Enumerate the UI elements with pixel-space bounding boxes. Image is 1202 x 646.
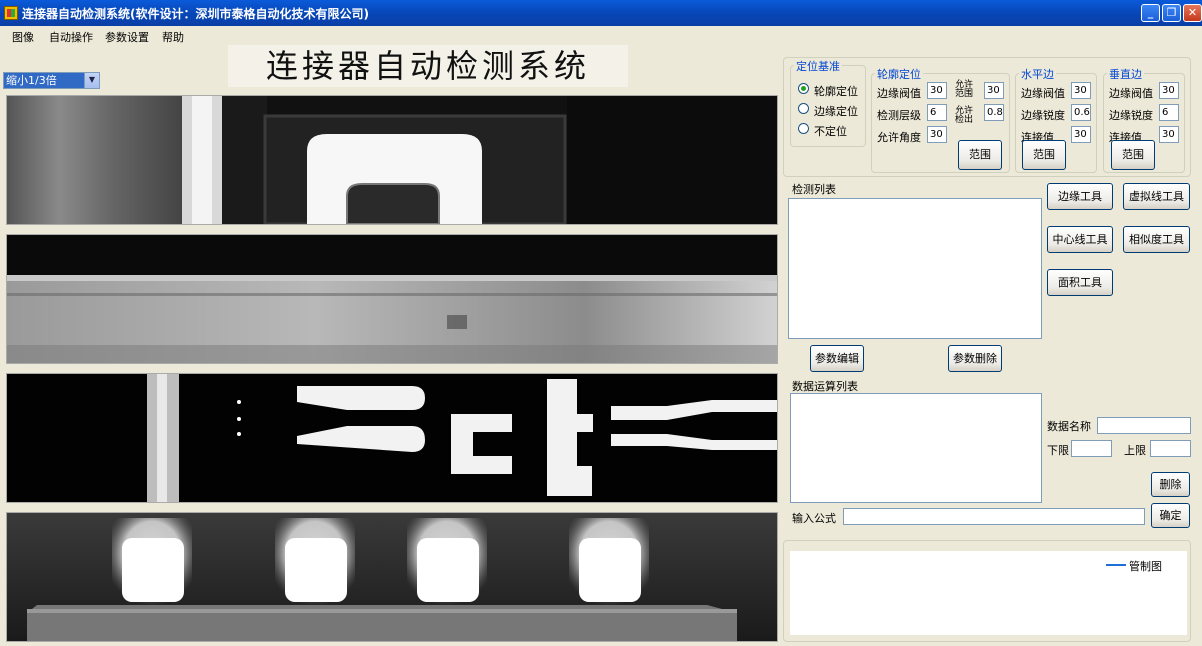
contour-range-button[interactable]: 范围 xyxy=(958,140,1002,170)
param-delete-button[interactable]: 参数删除 xyxy=(948,345,1002,372)
contour-angle-input[interactable]: 30 xyxy=(927,126,947,143)
camera-view-4[interactable] xyxy=(6,512,778,642)
maximize-button[interactable]: ❐ xyxy=(1162,4,1181,22)
contour-title: 轮廓定位 xyxy=(875,66,923,82)
formula-confirm-button[interactable]: 确定 xyxy=(1151,503,1190,528)
vertical-sharpness-label: 边缘锐度 xyxy=(1109,109,1153,122)
horizontal-connect-input[interactable]: 30 xyxy=(1071,126,1091,143)
data-delete-button[interactable]: 删除 xyxy=(1151,472,1190,497)
app-icon[interactable] xyxy=(4,6,18,20)
horizontal-edge-title: 水平边 xyxy=(1019,66,1056,82)
zoom-select[interactable]: 缩小1/3倍 ▼ xyxy=(3,72,100,89)
radio-no-locate-label[interactable]: 不定位 xyxy=(814,123,847,139)
contour-angle-label: 允许角度 xyxy=(877,131,921,144)
detect-list-label: 检测列表 xyxy=(792,183,836,196)
contour-levels-input[interactable]: 6 xyxy=(927,104,947,121)
contour-edge-threshold-label: 边缘阀值 xyxy=(877,87,921,100)
vertical-edge-title: 垂直边 xyxy=(1107,66,1144,82)
vertical-sharpness-input[interactable]: 6 xyxy=(1159,104,1179,121)
radio-edge-locate-label[interactable]: 边缘定位 xyxy=(814,103,858,119)
horizontal-edge-threshold-label: 边缘阀值 xyxy=(1021,87,1065,100)
data-name-label: 数据名称 xyxy=(1047,420,1091,433)
locate-base-title: 定位基准 xyxy=(794,58,842,74)
camera-view-2[interactable] xyxy=(6,234,778,364)
minimize-button[interactable]: _ xyxy=(1141,4,1160,22)
menu-auto-operation[interactable]: 自动操作 xyxy=(49,29,93,45)
data-calc-list-label: 数据运算列表 xyxy=(792,380,858,393)
detect-list[interactable] xyxy=(788,198,1042,339)
radio-contour-locate-label[interactable]: 轮廓定位 xyxy=(814,83,858,99)
menu-help[interactable]: 帮助 xyxy=(162,29,184,45)
radio-no-locate[interactable] xyxy=(798,123,809,134)
contour-detect-input[interactable]: 0.8 xyxy=(984,104,1004,121)
contour-range-input[interactable]: 30 xyxy=(984,82,1004,99)
camera-view-3[interactable] xyxy=(6,373,778,503)
lower-limit-label: 下限 xyxy=(1047,444,1069,457)
data-name-input[interactable] xyxy=(1097,417,1191,434)
window-title: 连接器自动检测系统(软件设计：深圳市泰格自动化技术有限公司) xyxy=(22,7,369,21)
zoom-selected-value: 缩小1/3倍 xyxy=(4,73,84,88)
title-bar: 连接器自动检测系统(软件设计：深圳市泰格自动化技术有限公司) _ ❐ ✕ xyxy=(0,0,1202,26)
camera-image-2 xyxy=(7,235,777,363)
menu-image[interactable]: 图像 xyxy=(12,29,34,45)
upper-limit-input[interactable] xyxy=(1150,440,1191,457)
formula-input[interactable] xyxy=(843,508,1145,525)
center-line-tool-button[interactable]: 中心线工具 xyxy=(1047,226,1113,253)
virtual-line-tool-button[interactable]: 虚拟线工具 xyxy=(1123,183,1190,210)
close-button[interactable]: ✕ xyxy=(1183,4,1202,22)
upper-limit-label: 上限 xyxy=(1124,444,1146,457)
camera-image-4 xyxy=(7,513,777,641)
data-calc-list[interactable] xyxy=(790,393,1042,503)
edge-tool-button[interactable]: 边缘工具 xyxy=(1047,183,1113,210)
contour-edge-threshold-input[interactable]: 30 xyxy=(927,82,947,99)
camera-view-1[interactable] xyxy=(6,95,778,225)
contour-detect-label: 允许 检出 xyxy=(955,106,974,125)
vertical-range-button[interactable]: 范围 xyxy=(1111,140,1155,170)
camera-image-3 xyxy=(7,374,777,502)
menu-bar: 图像 自动操作 参数设置 帮助 xyxy=(0,26,1202,46)
horizontal-edge-threshold-input[interactable]: 30 xyxy=(1071,82,1091,99)
horizontal-sharpness-label: 边缘锐度 xyxy=(1021,109,1065,122)
radio-edge-locate[interactable] xyxy=(798,103,809,114)
contour-levels-label: 检测层级 xyxy=(877,109,921,122)
horizontal-range-button[interactable]: 范围 xyxy=(1022,140,1066,170)
vertical-connect-input[interactable]: 30 xyxy=(1159,126,1179,143)
area-tool-button[interactable]: 面积工具 xyxy=(1047,269,1113,296)
formula-label: 输入公式 xyxy=(792,512,836,525)
control-chart: 管制图 xyxy=(790,551,1187,635)
vertical-edge-threshold-label: 边缘阀值 xyxy=(1109,87,1153,100)
menu-parameter-settings[interactable]: 参数设置 xyxy=(105,29,149,45)
horizontal-sharpness-input[interactable]: 0.6 xyxy=(1071,104,1091,121)
param-edit-button[interactable]: 参数编辑 xyxy=(810,345,864,372)
system-banner: 连接器自动检测系统 xyxy=(228,45,628,87)
similarity-tool-button[interactable]: 相似度工具 xyxy=(1123,226,1190,253)
chevron-down-icon[interactable]: ▼ xyxy=(84,73,99,88)
radio-contour-locate[interactable] xyxy=(798,83,809,94)
control-chart-legend-line xyxy=(1106,564,1126,566)
contour-range-label: 允许 范围 xyxy=(955,80,974,99)
vertical-edge-threshold-input[interactable]: 30 xyxy=(1159,82,1179,99)
camera-image-1 xyxy=(7,96,777,224)
control-chart-legend-label: 管制图 xyxy=(1129,560,1162,573)
lower-limit-input[interactable] xyxy=(1071,440,1112,457)
